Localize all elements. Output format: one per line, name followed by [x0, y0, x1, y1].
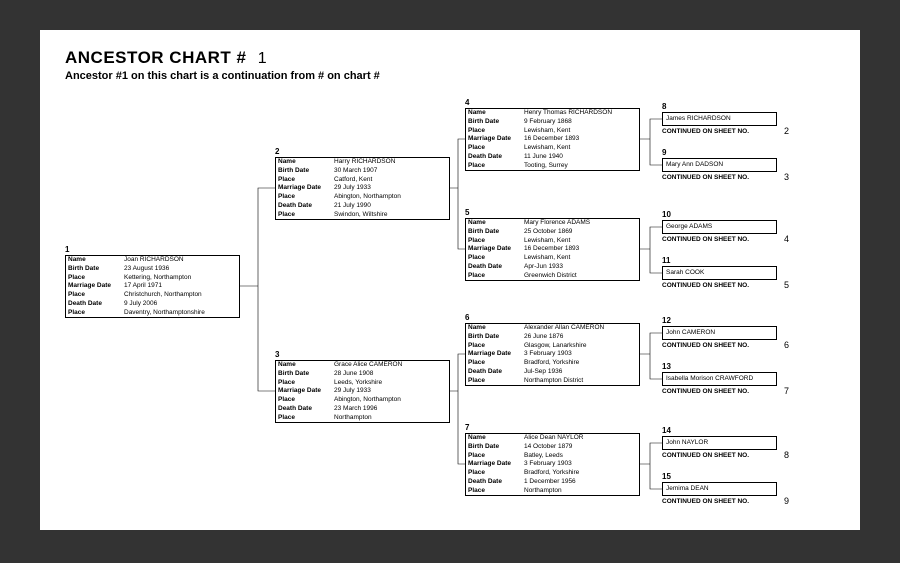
ancestor-chart-page: ANCESTOR CHART # 1 Ancestor #1 on this c…: [40, 30, 860, 530]
person-10-box: George ADAMS: [662, 220, 777, 234]
person-8-box: James RICHARDSON: [662, 112, 777, 126]
person-5-number: 5: [465, 208, 469, 217]
person-12-box: John CAMERON: [662, 326, 777, 340]
person-5-box: NameMary Florence ADAMS Birth Date25 Oct…: [465, 218, 640, 281]
continued-15: CONTINUED ON SHEET NO.: [662, 498, 749, 505]
continued-11: CONTINUED ON SHEET NO.: [662, 282, 749, 289]
person-9-box: Mary Ann DADSON: [662, 158, 777, 172]
person-3-number: 3: [275, 350, 279, 359]
sheet-15: 9: [784, 496, 789, 506]
person-4-number: 4: [465, 98, 469, 107]
sheet-11: 5: [784, 280, 789, 290]
person-9-number: 9: [662, 148, 666, 157]
person-11-box: Sarah COOK: [662, 266, 777, 280]
continued-10: CONTINUED ON SHEET NO.: [662, 236, 749, 243]
person-1-box: NameJoan RICHARDSON Birth Date23 August …: [65, 255, 240, 318]
person-2-box: NameHarry RICHARDSON Birth Date30 March …: [275, 157, 450, 220]
person-12-number: 12: [662, 316, 671, 325]
person-13-number: 13: [662, 362, 671, 371]
person-10-number: 10: [662, 210, 671, 219]
person-14-number: 14: [662, 426, 671, 435]
sheet-10: 4: [784, 234, 789, 244]
continued-8: CONTINUED ON SHEET NO.: [662, 128, 749, 135]
continued-12: CONTINUED ON SHEET NO.: [662, 342, 749, 349]
page-title: ANCESTOR CHART # 1: [65, 48, 835, 68]
person-7-box: NameAlice Dean NAYLOR Birth Date14 Octob…: [465, 433, 640, 496]
person-11-number: 11: [662, 256, 670, 265]
continued-14: CONTINUED ON SHEET NO.: [662, 452, 749, 459]
person-15-number: 15: [662, 472, 671, 481]
person-6-number: 6: [465, 313, 469, 322]
person-4-box: NameHenry Thomas RICHARDSON Birth Date9 …: [465, 108, 640, 171]
chart-number: 1: [258, 50, 267, 67]
person-13-box: Isabella Morison CRAWFORD: [662, 372, 777, 386]
sheet-8: 2: [784, 126, 789, 136]
person-7-number: 7: [465, 423, 469, 432]
person-3-box: NameGrace Alice CAMERON Birth Date28 Jun…: [275, 360, 450, 423]
person-8-number: 8: [662, 102, 666, 111]
person-6-box: NameAlexander Allan CAMERON Birth Date26…: [465, 323, 640, 386]
continued-13: CONTINUED ON SHEET NO.: [662, 388, 749, 395]
subtitle: Ancestor #1 on this chart is a continuat…: [65, 70, 835, 82]
sheet-12: 6: [784, 340, 789, 350]
sheet-13: 7: [784, 386, 789, 396]
sheet-9: 3: [784, 172, 789, 182]
person-14-box: John NAYLOR: [662, 436, 777, 450]
person-15-box: Jemima DEAN: [662, 482, 777, 496]
title-prefix: ANCESTOR CHART #: [65, 48, 246, 67]
sheet-14: 8: [784, 450, 789, 460]
person-2-number: 2: [275, 147, 279, 156]
person-1-number: 1: [65, 245, 69, 254]
continued-9: CONTINUED ON SHEET NO.: [662, 174, 749, 181]
